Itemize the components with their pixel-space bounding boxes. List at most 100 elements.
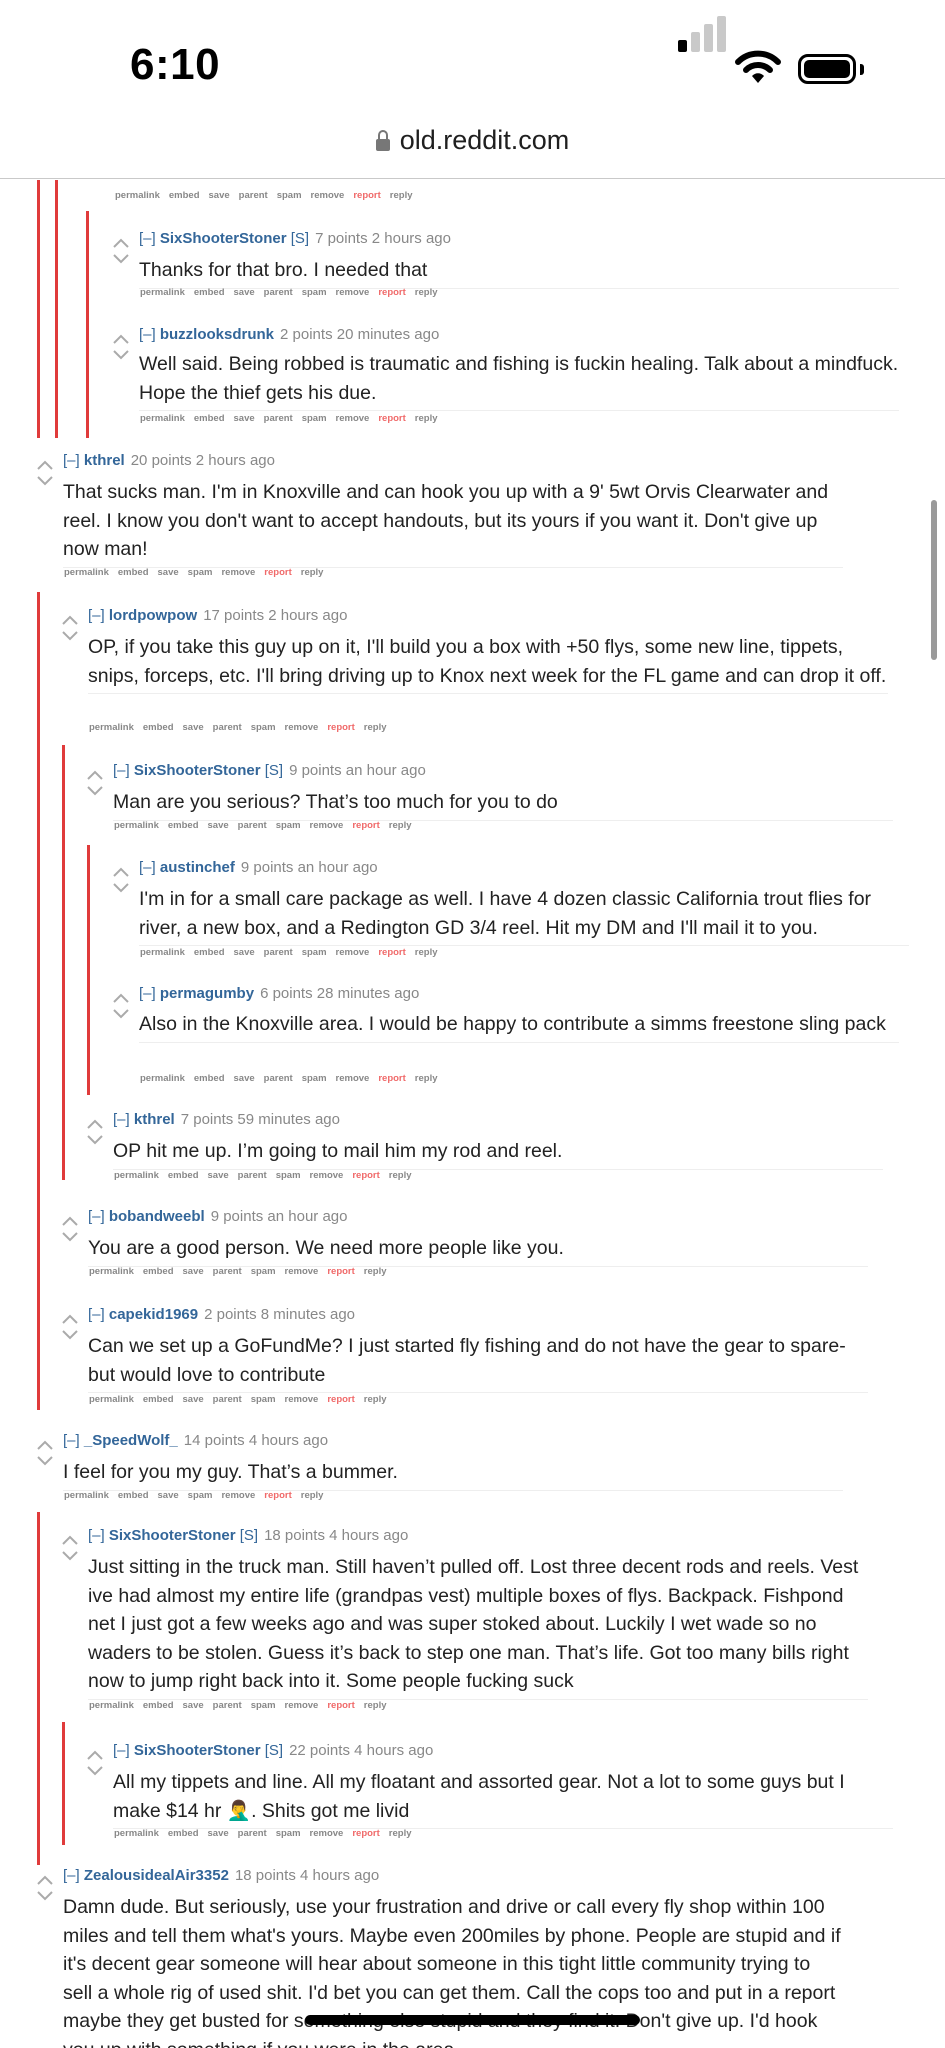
author-link[interactable]: kthrel [84, 452, 125, 469]
action-reply[interactable]: reply [415, 413, 438, 424]
action-permalink[interactable]: permalink [114, 820, 159, 831]
thread-line[interactable] [87, 845, 90, 1095]
action-spam[interactable]: spam [188, 1490, 213, 1501]
action-reply[interactable]: reply [415, 947, 438, 958]
action-report[interactable]: report [327, 722, 354, 733]
action-report[interactable]: report [353, 190, 380, 201]
collapse-toggle[interactable]: [–] [139, 326, 156, 343]
action-parent[interactable]: parent [213, 722, 242, 733]
thread-line[interactable] [55, 180, 58, 438]
downvote-icon[interactable] [87, 786, 103, 796]
action-embed[interactable]: embed [169, 190, 200, 201]
action-report[interactable]: report [352, 820, 379, 831]
collapse-toggle[interactable]: [–] [113, 1111, 130, 1128]
downvote-icon[interactable] [62, 1551, 78, 1561]
action-permalink[interactable]: permalink [64, 1490, 109, 1501]
upvote-icon[interactable] [113, 993, 129, 1003]
action-save[interactable]: save [158, 1490, 179, 1501]
downvote-icon[interactable] [113, 254, 129, 264]
action-save[interactable]: save [183, 1700, 204, 1711]
action-remove[interactable]: remove [285, 722, 319, 733]
action-permalink[interactable]: permalink [89, 1266, 134, 1277]
author-link[interactable]: lordpowpow [109, 607, 197, 624]
action-spam[interactable]: spam [276, 820, 301, 831]
thread-line[interactable] [86, 211, 89, 438]
collapse-toggle[interactable]: [–] [63, 452, 80, 469]
action-report[interactable]: report [352, 1170, 379, 1181]
action-parent[interactable]: parent [238, 1170, 267, 1181]
action-save[interactable]: save [234, 413, 255, 424]
thread-line[interactable] [37, 180, 40, 438]
action-remove[interactable]: remove [285, 1700, 319, 1711]
action-embed[interactable]: embed [118, 567, 149, 578]
downvote-icon[interactable] [87, 1766, 103, 1776]
author-link[interactable]: kthrel [134, 1111, 175, 1128]
action-embed[interactable]: embed [168, 820, 199, 831]
action-permalink[interactable]: permalink [89, 1700, 134, 1711]
action-reply[interactable]: reply [390, 190, 413, 201]
author-link[interactable]: SixShooterStoner [160, 230, 287, 247]
author-link[interactable]: ZealousidealAir3352 [84, 1867, 229, 1884]
downvote-icon[interactable] [113, 883, 129, 893]
thread-line[interactable] [37, 1512, 40, 1865]
action-remove[interactable]: remove [310, 820, 344, 831]
action-reply[interactable]: reply [415, 1073, 438, 1084]
action-embed[interactable]: embed [168, 1828, 199, 1839]
action-reply[interactable]: reply [364, 1266, 387, 1277]
action-save[interactable]: save [183, 1394, 204, 1405]
action-save[interactable]: save [158, 567, 179, 578]
collapse-toggle[interactable]: [–] [113, 762, 130, 779]
upvote-icon[interactable] [87, 770, 103, 780]
action-report[interactable]: report [352, 1828, 379, 1839]
thread-line[interactable] [37, 592, 40, 1410]
action-save[interactable]: save [209, 190, 230, 201]
author-link[interactable]: SixShooterStoner [134, 1742, 261, 1759]
action-embed[interactable]: embed [118, 1490, 149, 1501]
action-spam[interactable]: spam [188, 567, 213, 578]
upvote-icon[interactable] [62, 1535, 78, 1545]
scrollbar[interactable] [931, 500, 937, 660]
downvote-icon[interactable] [37, 1456, 53, 1466]
action-save[interactable]: save [208, 820, 229, 831]
action-spam[interactable]: spam [277, 190, 302, 201]
action-permalink[interactable]: permalink [140, 413, 185, 424]
thread-line[interactable] [62, 745, 65, 1180]
author-link[interactable]: _SpeedWolf_ [84, 1432, 178, 1449]
action-remove[interactable]: remove [285, 1266, 319, 1277]
action-remove[interactable]: remove [285, 1394, 319, 1405]
downvote-icon[interactable] [113, 350, 129, 360]
downvote-icon[interactable] [37, 476, 53, 486]
action-permalink[interactable]: permalink [114, 1170, 159, 1181]
action-reply[interactable]: reply [364, 1700, 387, 1711]
action-remove[interactable]: remove [336, 287, 370, 298]
action-spam[interactable]: spam [302, 1073, 327, 1084]
action-report[interactable]: report [327, 1266, 354, 1277]
op-badge[interactable]: [S] [291, 230, 309, 247]
action-reply[interactable]: reply [389, 820, 412, 831]
action-report[interactable]: report [264, 567, 291, 578]
upvote-icon[interactable] [113, 867, 129, 877]
upvote-icon[interactable] [113, 334, 129, 344]
collapse-toggle[interactable]: [–] [88, 1208, 105, 1225]
action-parent[interactable]: parent [238, 1828, 267, 1839]
collapse-toggle[interactable]: [–] [63, 1432, 80, 1449]
action-embed[interactable]: embed [168, 1170, 199, 1181]
action-permalink[interactable]: permalink [89, 1394, 134, 1405]
action-reply[interactable]: reply [301, 567, 324, 578]
upvote-icon[interactable] [62, 1216, 78, 1226]
author-link[interactable]: capekid1969 [109, 1306, 198, 1323]
action-parent[interactable]: parent [239, 190, 268, 201]
action-save[interactable]: save [183, 1266, 204, 1277]
action-report[interactable]: report [378, 1073, 405, 1084]
action-reply[interactable]: reply [364, 1394, 387, 1405]
action-permalink[interactable]: permalink [140, 947, 185, 958]
op-badge[interactable]: [S] [240, 1527, 258, 1544]
collapse-toggle[interactable]: [–] [63, 1867, 80, 1884]
action-remove[interactable]: remove [310, 1170, 344, 1181]
upvote-icon[interactable] [87, 1750, 103, 1760]
action-parent[interactable]: parent [264, 947, 293, 958]
collapse-toggle[interactable]: [–] [88, 1527, 105, 1544]
upvote-icon[interactable] [37, 460, 53, 470]
action-reply[interactable]: reply [364, 722, 387, 733]
action-embed[interactable]: embed [143, 722, 174, 733]
